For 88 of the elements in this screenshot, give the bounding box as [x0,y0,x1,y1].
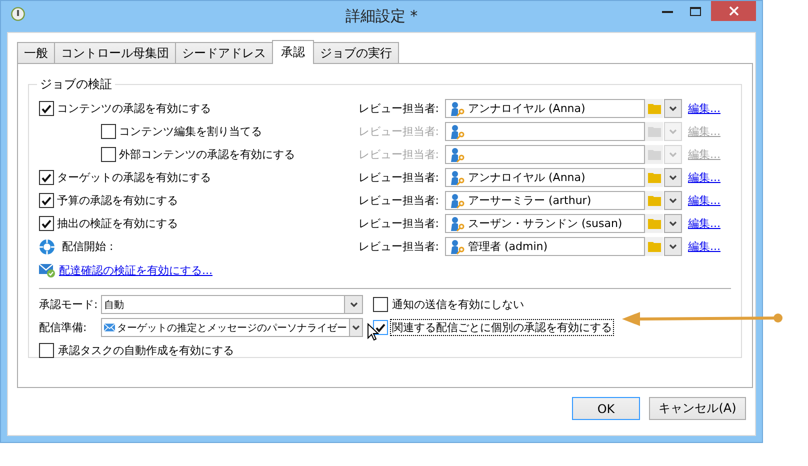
mail-icon [104,322,116,333]
dialog-button[interactable]: OK [572,397,640,420]
tab[interactable]: ジョブの実行 [313,42,399,63]
dropdown-button[interactable] [664,237,682,256]
field-label: 承認モード: [39,297,99,312]
tab[interactable]: コントロール母集団 [54,42,176,63]
checkbox[interactable] [101,147,116,162]
group-title: ジョブの検証 [39,76,113,93]
checkbox[interactable] [373,297,388,312]
chevron-icon [669,198,677,203]
reviewer-field[interactable]: 管理者 (admin) [445,237,645,256]
chevron-icon [669,106,677,111]
checkbox-label: 通知の送信を有効にしない [391,297,525,312]
mouse-cursor-icon [367,323,379,341]
checkbox-label: コンテンツ編集を割り当てる [119,124,262,139]
chevron-icon [669,221,677,226]
checkbox[interactable] [39,216,54,231]
chevron-icon [352,325,360,330]
user-key-icon [449,238,465,254]
window-title: 詳細設定 * [345,7,418,26]
dropdown-button[interactable] [664,214,682,233]
edit-link[interactable]: 編集... [682,193,731,208]
checkbox-label: 抽出の検証を有効にする [57,216,178,231]
maximize-icon [690,6,700,16]
tab[interactable]: 一般 [17,42,55,63]
folder-icon [648,149,660,160]
checkbox-label: 関連する配信ごとに個別の承認を有効にする [391,320,613,335]
checkmark-icon [375,322,386,332]
chevron-icon [669,244,677,249]
checkbox[interactable] [39,101,54,116]
user-key-icon [449,192,465,208]
dialog-button[interactable]: キャンセル(A) [649,397,746,420]
reviewer-label: レビュー担当者: [357,124,440,139]
checkbox-label: コンテンツの承認を有効にする [57,101,211,116]
checkbox[interactable] [39,193,54,208]
chevron-icon [669,152,677,157]
reviewer-field[interactable]: アーサーミラー (arthur) [445,191,645,210]
checkmark-icon [41,218,52,228]
close-icon [728,6,738,16]
checkmark-icon [41,172,52,182]
reviewer-label: レビュー担当者: [357,147,440,162]
chevron-icon [669,175,677,180]
reviewer-label: レビュー担当者: [357,239,440,254]
tab[interactable]: 承認 [272,40,314,64]
app-icon [11,7,25,21]
reviewer-field[interactable] [445,145,645,164]
reviewer-field[interactable] [445,122,645,141]
checkmark-icon [41,196,52,206]
close-button[interactable] [711,1,756,21]
status-label: 配信開始 : [61,239,114,254]
dropdown-button[interactable] [664,168,682,187]
link[interactable]: 配達確認の検証を有効にする... [59,262,212,278]
user-key-icon [449,146,465,162]
dropdown-button[interactable] [664,191,682,210]
reviewer-label: レビュー担当者: [357,170,440,185]
checkbox-label: 予算の承認を有効にする [57,193,178,208]
checkbox-label: 外部コンテンツの承認を有効にする [119,147,295,162]
reviewer-label: レビュー担当者: [357,216,440,231]
minimize-icon [662,10,672,12]
edit-link[interactable]: 編集... [682,239,731,254]
checkmark-icon [41,104,52,114]
checkbox[interactable] [39,170,54,185]
tab[interactable]: シードアドレス [175,42,273,63]
checkbox[interactable] [101,124,116,139]
edit-link[interactable]: 編集... [682,101,731,116]
mail-check-icon [39,262,56,278]
checkbox-label: ターゲットの承認を有効にする [57,170,211,185]
checkbox[interactable] [39,343,54,358]
dropdown-button[interactable] [664,99,682,118]
chevron-icon [669,129,677,134]
user-key-icon [449,170,465,186]
edit-link[interactable]: 編集... [682,216,731,231]
reviewer-field[interactable]: アンナロイヤル (Anna) [445,99,645,118]
user-key-icon [449,100,465,116]
folder-icon [648,126,660,137]
user-key-icon [449,124,465,140]
user-key-icon [449,216,465,232]
chevron-icon [350,302,358,307]
combo-box[interactable]: ターゲットの推定とメッセージのパーソナライゼー [101,318,363,337]
reviewer-label: レビュー担当者: [357,193,440,208]
reviewer-field[interactable]: アンナロイヤル (Anna) [445,168,645,187]
ring-icon [39,238,55,254]
reviewer-field[interactable]: スーザン・サランドン (susan) [445,214,645,233]
checkbox-label: 承認タスクの自動作成を有効にする [57,343,235,358]
combo-box[interactable]: 自動 [101,295,363,314]
edit-link[interactable]: 編集... [682,170,731,185]
field-label: 配信準備: [39,320,88,335]
reviewer-label: レビュー担当者: [357,101,440,116]
